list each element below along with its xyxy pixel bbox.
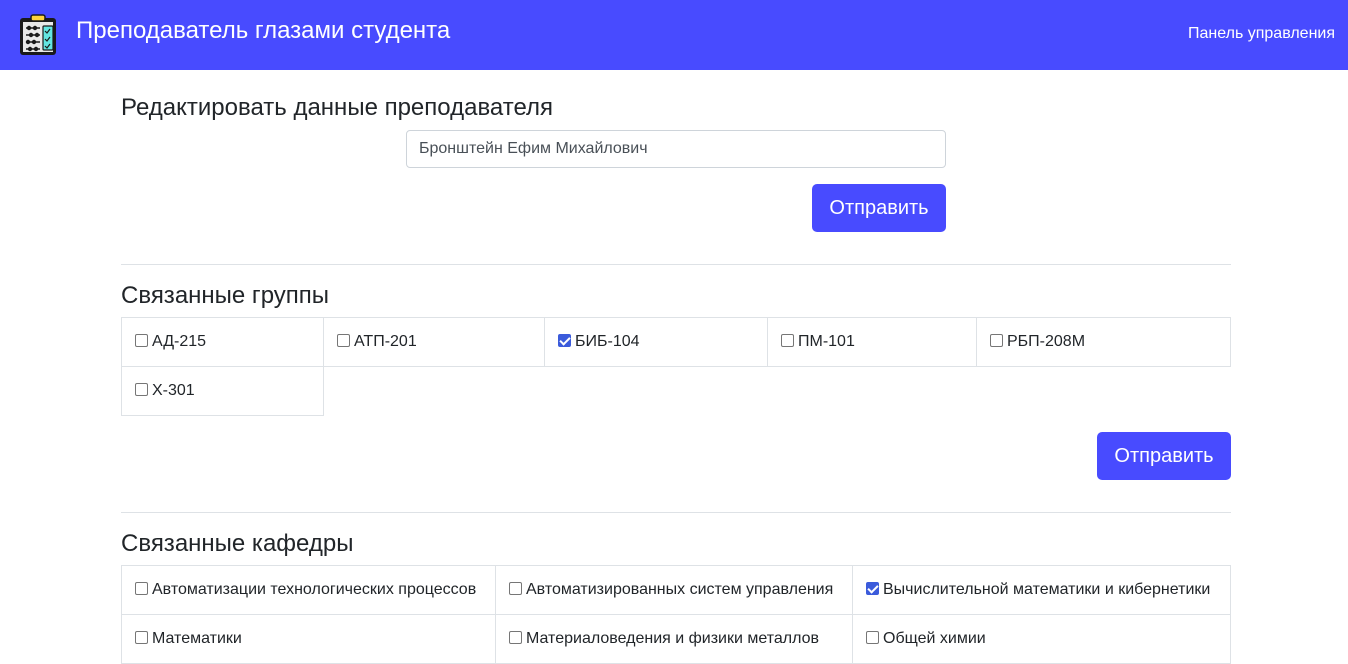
department-cell: Общей химии [852, 614, 1231, 664]
department-label[interactable]: Вычислительной математики и кибернетики [883, 580, 1210, 600]
group-cell: ПМ-101 [767, 317, 977, 367]
department-checkbox[interactable] [135, 631, 148, 644]
divider [121, 512, 1231, 513]
group-cell: Х-301 [121, 366, 324, 416]
department-checkbox[interactable] [135, 582, 148, 595]
group-checkbox[interactable] [558, 334, 571, 347]
department-checkbox[interactable] [866, 631, 879, 644]
group-checkbox[interactable] [135, 383, 148, 396]
group-checkbox[interactable] [135, 334, 148, 347]
group-cell: БИБ-104 [544, 317, 768, 367]
teacher-submit-button[interactable]: Отправить [812, 184, 946, 232]
group-label[interactable]: Х-301 [152, 381, 195, 401]
department-checkbox[interactable] [509, 631, 522, 644]
group-checkbox[interactable] [337, 334, 350, 347]
department-checkbox[interactable] [866, 582, 879, 595]
department-label[interactable]: Автоматизации технологических процессов [152, 580, 476, 600]
departments-heading: Связанные кафедры [121, 530, 354, 557]
group-label[interactable]: БИБ-104 [575, 332, 640, 352]
group-cell: АТП-201 [323, 317, 545, 367]
teacher-name-input[interactable] [406, 130, 946, 168]
admin-panel-link[interactable]: Панель управления [1188, 24, 1335, 44]
group-label[interactable]: АД-215 [152, 332, 206, 352]
department-cell: Вычислительной математики и кибернетики [852, 565, 1231, 615]
groups-submit-button[interactable]: Отправить [1097, 432, 1231, 480]
department-label[interactable]: Автоматизированных систем управления [526, 580, 833, 600]
divider [121, 264, 1231, 265]
department-label[interactable]: Математики [152, 629, 242, 649]
department-cell: Автоматизированных систем управления [495, 565, 853, 615]
group-label[interactable]: АТП-201 [354, 332, 417, 352]
group-label[interactable]: ПМ-101 [798, 332, 855, 352]
navbar: Преподаватель глазами студента Панель уп… [0, 0, 1348, 70]
department-cell: Материаловедения и физики металлов [495, 614, 853, 664]
group-cell: АД-215 [121, 317, 324, 367]
app-title[interactable]: Преподаватель глазами студента [76, 17, 450, 45]
group-checkbox[interactable] [781, 334, 794, 347]
department-label[interactable]: Материаловедения и физики металлов [526, 629, 819, 649]
edit-teacher-heading: Редактировать данные преподавателя [121, 94, 554, 121]
groups-heading: Связанные группы [121, 282, 330, 309]
department-cell: Автоматизации технологических процессов [121, 565, 496, 615]
group-checkbox[interactable] [990, 334, 1003, 347]
department-cell: Математики [121, 614, 496, 664]
department-checkbox[interactable] [509, 582, 522, 595]
department-label[interactable]: Общей химии [883, 629, 986, 649]
group-label[interactable]: РБП-208М [1007, 332, 1085, 352]
clipboard-abacus-icon[interactable] [18, 14, 58, 56]
group-cell: РБП-208М [976, 317, 1231, 367]
